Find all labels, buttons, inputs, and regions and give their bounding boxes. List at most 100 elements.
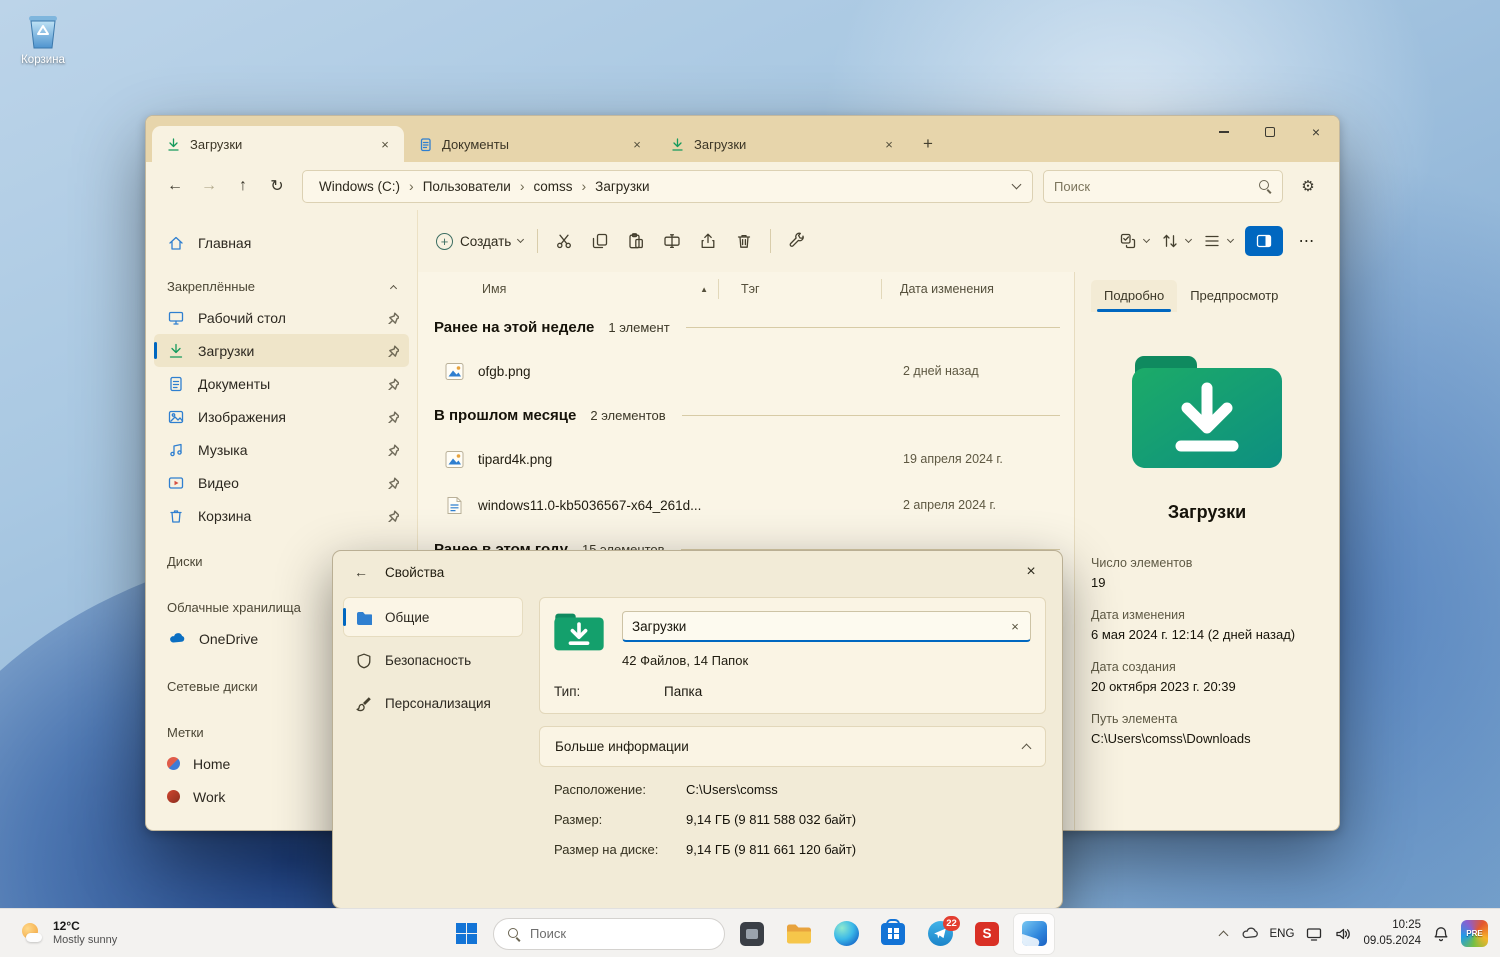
- notification-bell-icon[interactable]: [1432, 925, 1450, 943]
- volume-icon[interactable]: [1334, 925, 1352, 943]
- group-header-this-week[interactable]: Ранее на этой неделе 1 элемент: [418, 306, 1074, 348]
- breadcrumb-item-downloads[interactable]: Загрузки: [591, 177, 653, 196]
- back-button[interactable]: ←: [347, 558, 375, 586]
- new-tab-button[interactable]: +: [912, 130, 944, 158]
- create-label: Создать: [460, 233, 512, 249]
- sidebar-item-home[interactable]: Главная: [154, 226, 409, 259]
- refresh-button[interactable]: ↻: [260, 169, 294, 203]
- show-hidden-icons-button[interactable]: [1218, 930, 1228, 941]
- collapse-icon[interactable]: [389, 284, 398, 292]
- tab-close-icon[interactable]: ×: [626, 133, 648, 155]
- paintbrush-icon: [356, 696, 371, 711]
- tab-downloads-2[interactable]: Загрузки ×: [656, 126, 908, 162]
- microsoft-store-button[interactable]: [873, 914, 913, 954]
- clock-widget[interactable]: 10:25 09.05.2024: [1363, 918, 1421, 949]
- tab-personalization[interactable]: Персонализация: [343, 683, 523, 723]
- breadcrumb[interactable]: Windows (C:) › Пользователи › comss › За…: [302, 169, 1033, 203]
- close-button[interactable]: ×: [1293, 116, 1339, 148]
- language-indicator[interactable]: ENG: [1270, 928, 1295, 940]
- weather-widget[interactable]: 12°C Mostly sunny: [12, 909, 125, 957]
- active-app-button[interactable]: [1014, 913, 1054, 954]
- column-name[interactable]: Имя ▲: [418, 282, 718, 296]
- tab-details[interactable]: Подробно: [1091, 280, 1178, 312]
- share-button[interactable]: [690, 223, 726, 259]
- tab-close-icon[interactable]: ×: [878, 133, 900, 155]
- breadcrumb-item-user[interactable]: comss: [529, 177, 576, 196]
- more-options-button[interactable]: ⋯: [1289, 223, 1325, 259]
- file-row-windows-update[interactable]: windows11.0-kb5036567-x64_261d... 2 апре…: [418, 482, 1074, 528]
- file-date: 2 апреля 2024 г.: [903, 498, 996, 512]
- tab-documents[interactable]: Документы ×: [404, 126, 656, 162]
- tab-preview[interactable]: Предпросмотр: [1177, 280, 1291, 312]
- file-row-ofgb[interactable]: ofgb.png 2 дней назад: [418, 348, 1074, 394]
- sidebar-item-pictures[interactable]: Изображения: [154, 400, 409, 433]
- network-icon[interactable]: [1305, 925, 1323, 943]
- sort-button[interactable]: [1155, 223, 1197, 259]
- sidebar-item-desktop[interactable]: Рабочий стол: [154, 301, 409, 334]
- tab-downloads-active[interactable]: Загрузки ×: [152, 126, 404, 162]
- settings-gear-button[interactable]: ⚙: [1291, 169, 1325, 203]
- taskbar-search-box[interactable]: [493, 917, 725, 950]
- toolbar-divider: [537, 229, 539, 253]
- start-button[interactable]: [446, 914, 486, 954]
- windows-logo-icon: [455, 923, 477, 944]
- explorer-search-input[interactable]: [1054, 178, 1258, 194]
- recycle-bin-shortcut[interactable]: Корзина: [14, 8, 72, 66]
- command-toolbar: + Создать ⋯: [418, 210, 1339, 272]
- group-header-last-month[interactable]: В прошлом месяце 2 элементов: [418, 394, 1074, 436]
- explorer-search-box[interactable]: [1043, 169, 1283, 203]
- sidebar-item-documents[interactable]: Документы: [154, 367, 409, 400]
- sidebar-item-recycle-bin[interactable]: Корзина: [154, 499, 409, 532]
- cut-button[interactable]: [546, 223, 582, 259]
- s-app-button[interactable]: S: [967, 914, 1007, 954]
- clear-input-icon[interactable]: ×: [1005, 616, 1025, 636]
- sidebar-item-downloads[interactable]: Загрузки: [154, 334, 409, 367]
- shield-icon: [357, 653, 371, 668]
- sidebar-item-music[interactable]: Музыка: [154, 433, 409, 466]
- telegram-button[interactable]: 22: [920, 914, 960, 954]
- sidebar-item-label: Home: [193, 755, 231, 772]
- select-button[interactable]: [1113, 223, 1155, 259]
- breadcrumb-item-users[interactable]: Пользователи: [419, 177, 515, 196]
- insider-preview-icon[interactable]: PRE: [1461, 920, 1488, 947]
- task-view-button[interactable]: [732, 914, 772, 954]
- tools-button[interactable]: [779, 223, 815, 259]
- sidebar-item-videos[interactable]: Видео: [154, 466, 409, 499]
- field-value: C:\Users\comss\Downloads: [1091, 730, 1251, 746]
- recycle-bin-icon: [170, 509, 182, 523]
- breadcrumb-item-drive[interactable]: Windows (C:): [315, 177, 404, 196]
- taskbar-search-input[interactable]: [530, 926, 711, 941]
- folder-icon: [787, 924, 811, 943]
- file-row-tipard4k[interactable]: tipard4k.png 19 апреля 2024 г.: [418, 436, 1074, 482]
- tab-security[interactable]: Безопасность: [343, 640, 523, 680]
- column-date-modified[interactable]: Дата изменения: [882, 282, 1074, 296]
- details-pane-toggle-active[interactable]: [1245, 226, 1283, 256]
- delete-button[interactable]: [726, 223, 762, 259]
- minimize-button[interactable]: [1201, 116, 1247, 148]
- pinned-section-header[interactable]: Закреплённые: [154, 271, 409, 301]
- address-dropdown-icon[interactable]: [1011, 179, 1022, 190]
- folder-icon: [357, 611, 372, 625]
- property-label: Размер на диске:: [554, 842, 659, 857]
- create-new-button[interactable]: + Создать: [430, 223, 529, 259]
- column-headers: Имя ▲ Тэг Дата изменения: [418, 272, 1074, 306]
- maximize-button[interactable]: [1247, 116, 1293, 148]
- rename-button[interactable]: [654, 223, 690, 259]
- close-button[interactable]: ×: [1012, 557, 1050, 587]
- file-explorer-button[interactable]: [779, 914, 819, 954]
- tab-close-icon[interactable]: ×: [374, 133, 396, 155]
- edge-browser-button[interactable]: [826, 914, 866, 954]
- more-info-expander[interactable]: Больше информации: [539, 726, 1046, 767]
- paste-button[interactable]: [618, 223, 654, 259]
- forward-button[interactable]: →: [192, 169, 226, 203]
- section-label: Диски: [167, 553, 203, 569]
- copy-button[interactable]: [582, 223, 618, 259]
- up-button[interactable]: ↑: [226, 169, 260, 203]
- onedrive-tray-icon[interactable]: [1240, 924, 1259, 943]
- tab-general[interactable]: Общие: [343, 597, 523, 637]
- view-button[interactable]: [1197, 223, 1239, 259]
- folder-name-input[interactable]: [622, 611, 1031, 642]
- column-tag[interactable]: Тэг: [719, 282, 881, 296]
- breadcrumb-separator-icon: ›: [519, 178, 525, 194]
- back-button[interactable]: ←: [158, 169, 192, 203]
